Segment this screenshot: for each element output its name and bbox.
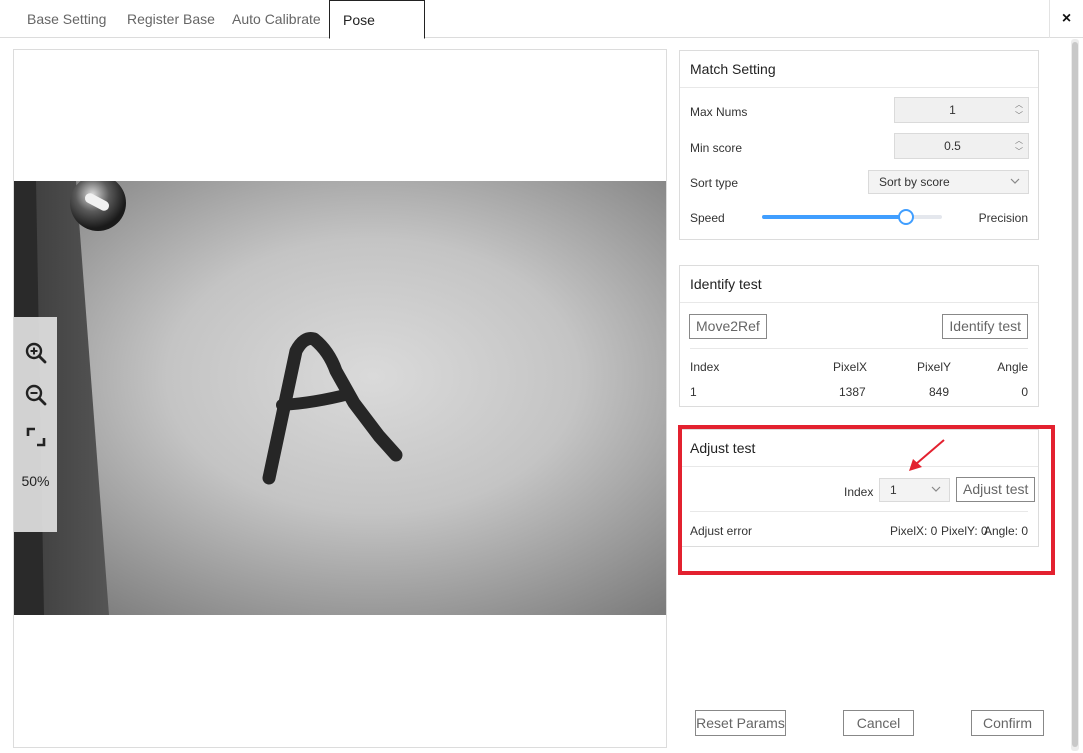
- identify-test-button[interactable]: Identify test: [942, 314, 1028, 339]
- camera-image[interactable]: [14, 181, 666, 615]
- max-nums-value: 1: [949, 103, 956, 117]
- zoom-in-icon[interactable]: [14, 335, 57, 371]
- match-setting-card: Match Setting Max Nums 1 ︿ ﹀ Min score 0.…: [679, 50, 1039, 240]
- column-header-angle: Angle: [997, 360, 1028, 374]
- table-cell-angle: 0: [1021, 385, 1028, 399]
- divider: [690, 511, 1028, 512]
- close-icon[interactable]: ×: [1049, 0, 1083, 38]
- confirm-button[interactable]: Confirm: [971, 710, 1044, 736]
- precision-label: Precision: [978, 211, 1028, 225]
- tab-base-setting[interactable]: Base Setting: [14, 0, 119, 38]
- max-nums-label: Max Nums: [690, 105, 748, 119]
- stepper-arrows-icon[interactable]: ︿ ﹀: [1010, 134, 1028, 158]
- index-value: 1: [890, 483, 897, 497]
- min-score-stepper[interactable]: 0.5 ︿ ﹀: [894, 133, 1029, 159]
- tab-pose-adjust[interactable]: Pose adjust: [329, 0, 425, 66]
- column-header-pixelx: PixelX: [833, 360, 868, 374]
- move2ref-button[interactable]: Move2Ref: [689, 314, 767, 339]
- divider: [690, 348, 1028, 349]
- slider-fill: [762, 215, 906, 219]
- slider-handle[interactable]: [898, 209, 914, 225]
- chevron-down-icon: [931, 486, 941, 492]
- adjust-error-pixely: PixelY: 0: [941, 524, 988, 538]
- column-header-index: Index: [690, 360, 720, 374]
- index-label: Index: [844, 485, 874, 499]
- sort-type-select[interactable]: Sort by score: [868, 170, 1029, 194]
- reset-params-button[interactable]: Reset Params: [695, 710, 786, 736]
- adjust-error-angle: Angle: 0: [983, 524, 1028, 538]
- zoom-out-icon[interactable]: [14, 377, 57, 413]
- index-select[interactable]: 1: [879, 478, 950, 502]
- chevron-down-icon: [1010, 178, 1020, 184]
- min-score-value: 0.5: [944, 139, 961, 153]
- scrollbar-thumb[interactable]: [1072, 42, 1078, 747]
- table-cell-pixely: 849: [929, 385, 950, 399]
- sort-type-value: Sort by score: [879, 175, 950, 189]
- max-nums-stepper[interactable]: 1 ︿ ﹀: [894, 97, 1029, 123]
- adjust-error-pixelx: PixelX: 0: [890, 524, 938, 538]
- fit-screen-icon[interactable]: [14, 419, 57, 455]
- tab-bar: Base Setting Register Base Auto Calibrat…: [0, 0, 1083, 66]
- adjust-test-button[interactable]: Adjust test: [956, 477, 1036, 502]
- adjust-error-label: Adjust error: [690, 524, 753, 538]
- table-cell-pixelx: 1387: [839, 385, 866, 399]
- cancel-button[interactable]: Cancel: [843, 710, 914, 736]
- speed-label: Speed: [690, 211, 725, 225]
- scrollbar[interactable]: [1071, 39, 1079, 751]
- speed-precision-slider[interactable]: [762, 209, 942, 225]
- tab-auto-calibrate[interactable]: Auto Calibrate: [219, 0, 334, 38]
- column-header-pixely: PixelY: [917, 360, 952, 374]
- adjust-test-card: Adjust test Index 1 Adjust test Adjust e…: [679, 429, 1039, 547]
- viewer-toolbar: 50%: [14, 317, 57, 532]
- adjust-test-title: Adjust test: [680, 430, 1038, 467]
- table-cell-index: 1: [690, 385, 697, 399]
- min-score-label: Min score: [690, 141, 743, 155]
- stepper-arrows-icon[interactable]: ︿ ﹀: [1010, 98, 1028, 122]
- tab-register-base[interactable]: Register Base: [114, 0, 228, 38]
- identify-test-title: Identify test: [680, 266, 1038, 303]
- sort-type-label: Sort type: [690, 176, 739, 190]
- annotation-arrow-icon: [909, 439, 945, 471]
- identify-test-card: Identify test Move2Ref Identify test Ind…: [679, 265, 1039, 407]
- image-viewer: 50%: [13, 49, 667, 748]
- zoom-level: 50%: [21, 473, 50, 489]
- match-setting-title: Match Setting: [680, 51, 1038, 88]
